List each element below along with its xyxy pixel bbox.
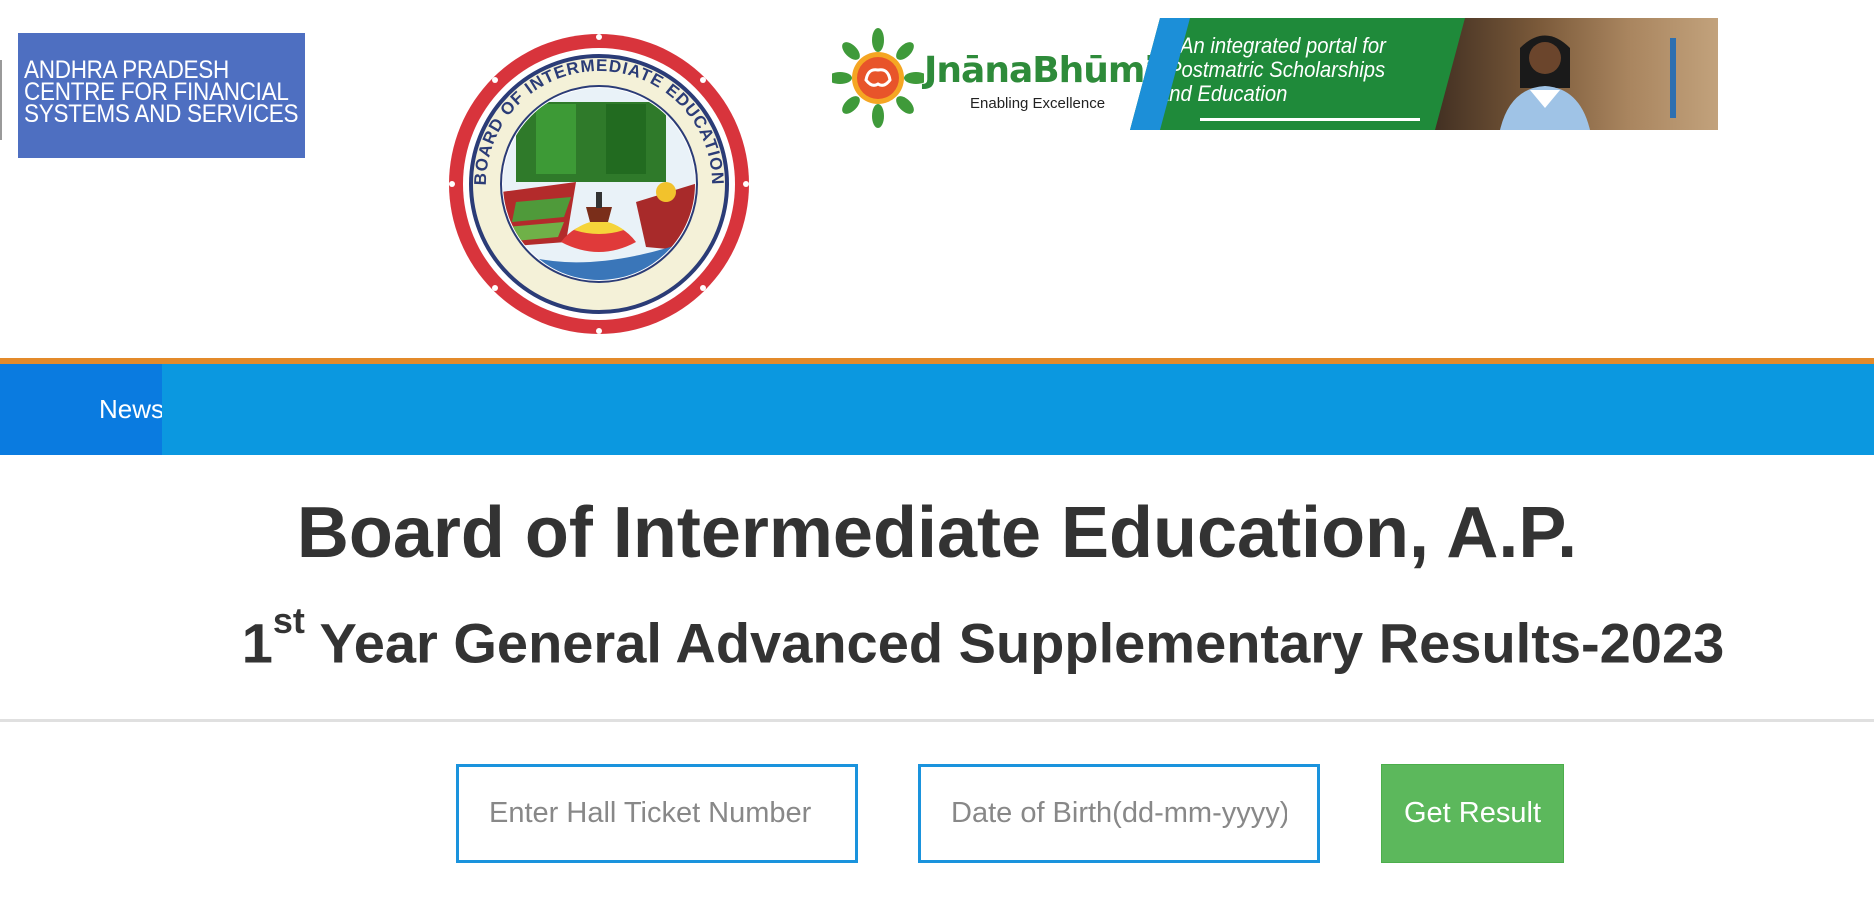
jnanabhumi-name: JnānaBhūmi [924,50,1157,91]
jnanabhumi-banner-text: An integrated portal for [1180,34,1386,58]
date-of-birth-input[interactable] [918,764,1320,863]
banner-underline [1200,118,1420,121]
main-nav-bar: News [0,364,1874,455]
apcfss-logo-line-3: SYSTEMS AND SERVICES [24,100,299,128]
subtitle-ordinal: st [272,600,305,641]
get-result-button[interactable]: Get Result [1381,764,1564,863]
page-subtitle: 1st Year General Advanced Supplementary … [0,600,1874,676]
subtitle-text: Year General Advanced Supplementary Resu… [304,611,1725,675]
nav-item-news[interactable]: News [0,364,162,455]
apcfss-logo: ANDHRA PRADESH CENTRE FOR FINANCIAL SYST… [18,33,305,158]
student-figure-icon [1500,35,1676,130]
banner-line-1: An integrated portal for [1180,33,1386,58]
jnanabhumi-tagline: Enabling Excellence [970,95,1106,112]
section-divider [0,719,1874,722]
hall-ticket-input[interactable] [456,764,858,863]
subtitle-number: 1 [241,611,273,675]
banner-line-2: Postmatric Scholarships [1168,57,1386,82]
left-edge-mark [0,60,4,140]
jnanabhumi-sun-icon [832,28,924,128]
jnanabhumi-banner: An integrated portal for Postmatric Scho… [1130,18,1718,130]
jnanabhumi-banner-text-3: and Education [1158,82,1287,106]
jnanabhumi-banner-text-2: Postmatric Scholarships [1168,58,1385,82]
jnanabhumi-brand: JnānaBhūmi Enabling Excellence [832,28,1157,128]
nav-item-label: News [98,394,162,424]
board-seal-emblem: BOARD OF INTERMEDIATE EDUCATION [449,34,749,334]
page-title: Board of Intermediate Education, A.P. [296,493,1578,573]
banner-line-3: and Education [1158,81,1288,106]
student-photo [1420,18,1718,130]
